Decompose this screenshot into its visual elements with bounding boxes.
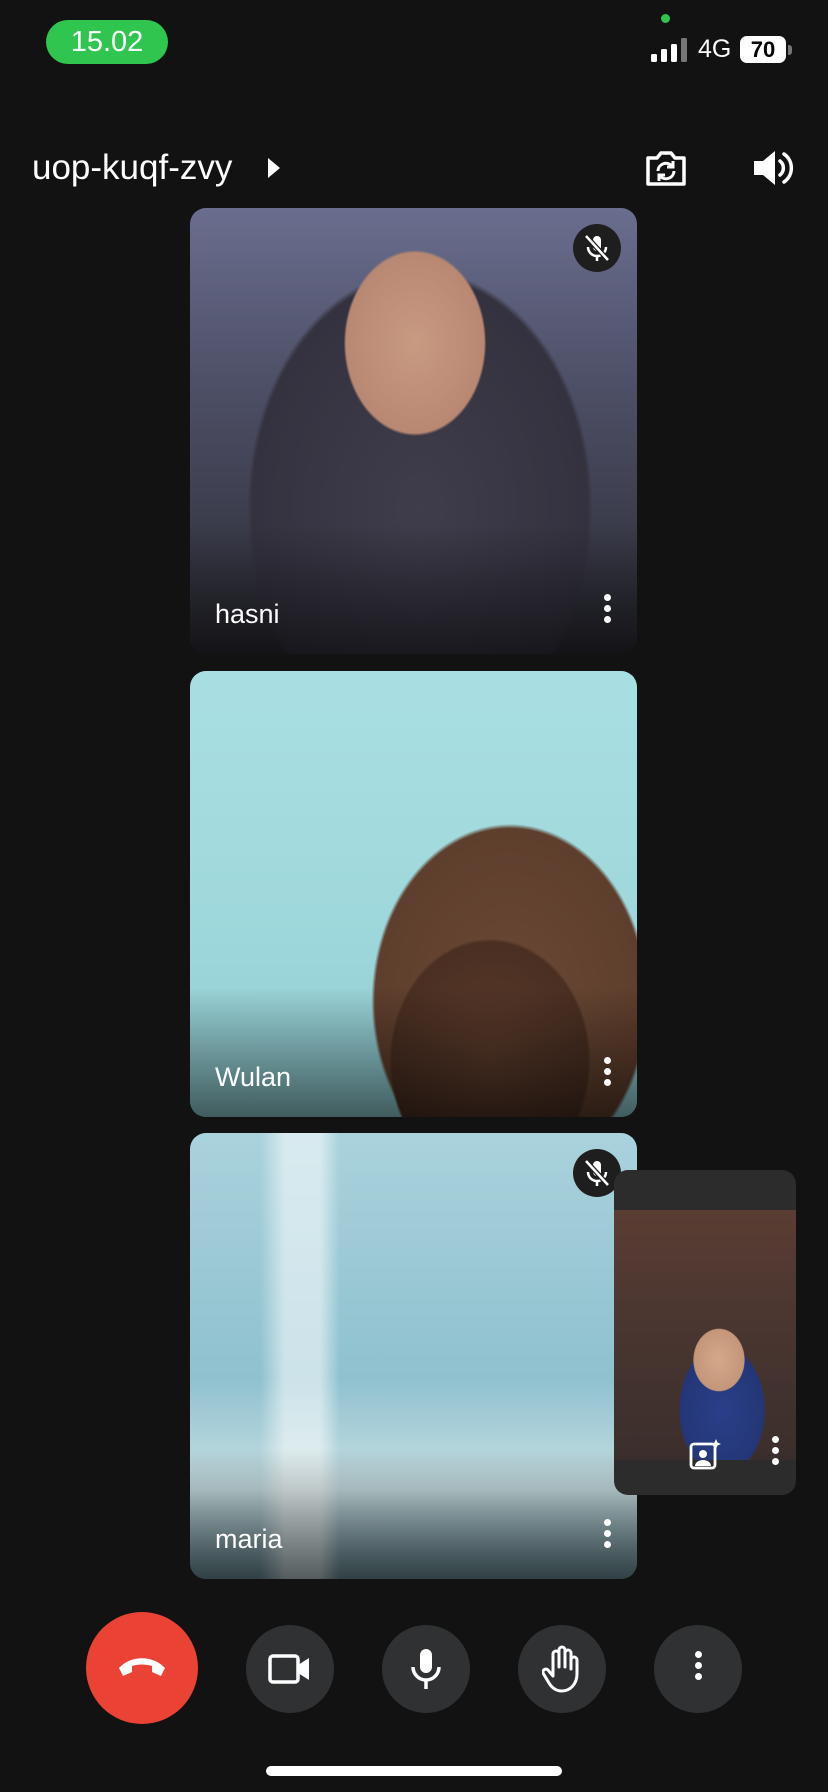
toggle-microphone-button[interactable]	[382, 1625, 470, 1713]
participant-more-options-button[interactable]	[595, 1057, 619, 1093]
battery-level: 70	[740, 36, 786, 63]
participant-tile[interactable]: Wulan	[190, 671, 637, 1117]
participant-more-options-button[interactable]	[595, 1519, 619, 1555]
switch-camera-icon[interactable]	[644, 146, 688, 190]
battery-tip	[788, 45, 792, 55]
tile-shade	[190, 1449, 637, 1579]
self-video	[614, 1210, 796, 1460]
status-time: 15.02	[46, 20, 168, 64]
participant-name: hasni	[215, 599, 280, 629]
meeting-code[interactable]: uop-kuqf-zvy	[32, 146, 232, 190]
visual-effects-icon[interactable]	[688, 1438, 722, 1472]
participant-tile[interactable]: maria	[190, 1133, 637, 1579]
speaker-icon[interactable]	[750, 146, 798, 190]
cellular-signal-icon	[651, 38, 687, 62]
more-options-button[interactable]	[654, 1625, 742, 1713]
toggle-camera-button[interactable]	[246, 1625, 334, 1713]
end-call-button[interactable]	[86, 1612, 198, 1724]
tile-shade	[190, 987, 637, 1117]
muted-mic-icon	[573, 224, 621, 272]
participant-name: Wulan	[215, 1062, 292, 1092]
self-more-options-button[interactable]	[764, 1436, 786, 1472]
tile-shade	[190, 524, 637, 654]
raise-hand-icon	[542, 1645, 579, 1693]
participant-tile[interactable]: hasni	[190, 208, 637, 654]
raise-hand-button[interactable]	[518, 1625, 606, 1713]
home-indicator	[266, 1766, 562, 1776]
end-call-icon	[119, 1658, 165, 1676]
more-vert-icon	[691, 1651, 705, 1684]
participant-more-options-button[interactable]	[595, 594, 619, 630]
video-camera-icon	[268, 1654, 309, 1684]
self-view-tile[interactable]	[614, 1170, 796, 1495]
network-type: 4G	[698, 35, 732, 63]
microphone-icon	[411, 1649, 441, 1689]
participant-name: maria	[215, 1524, 283, 1554]
camera-in-use-indicator	[661, 14, 670, 23]
meeting-details-caret-icon[interactable]	[268, 158, 280, 178]
